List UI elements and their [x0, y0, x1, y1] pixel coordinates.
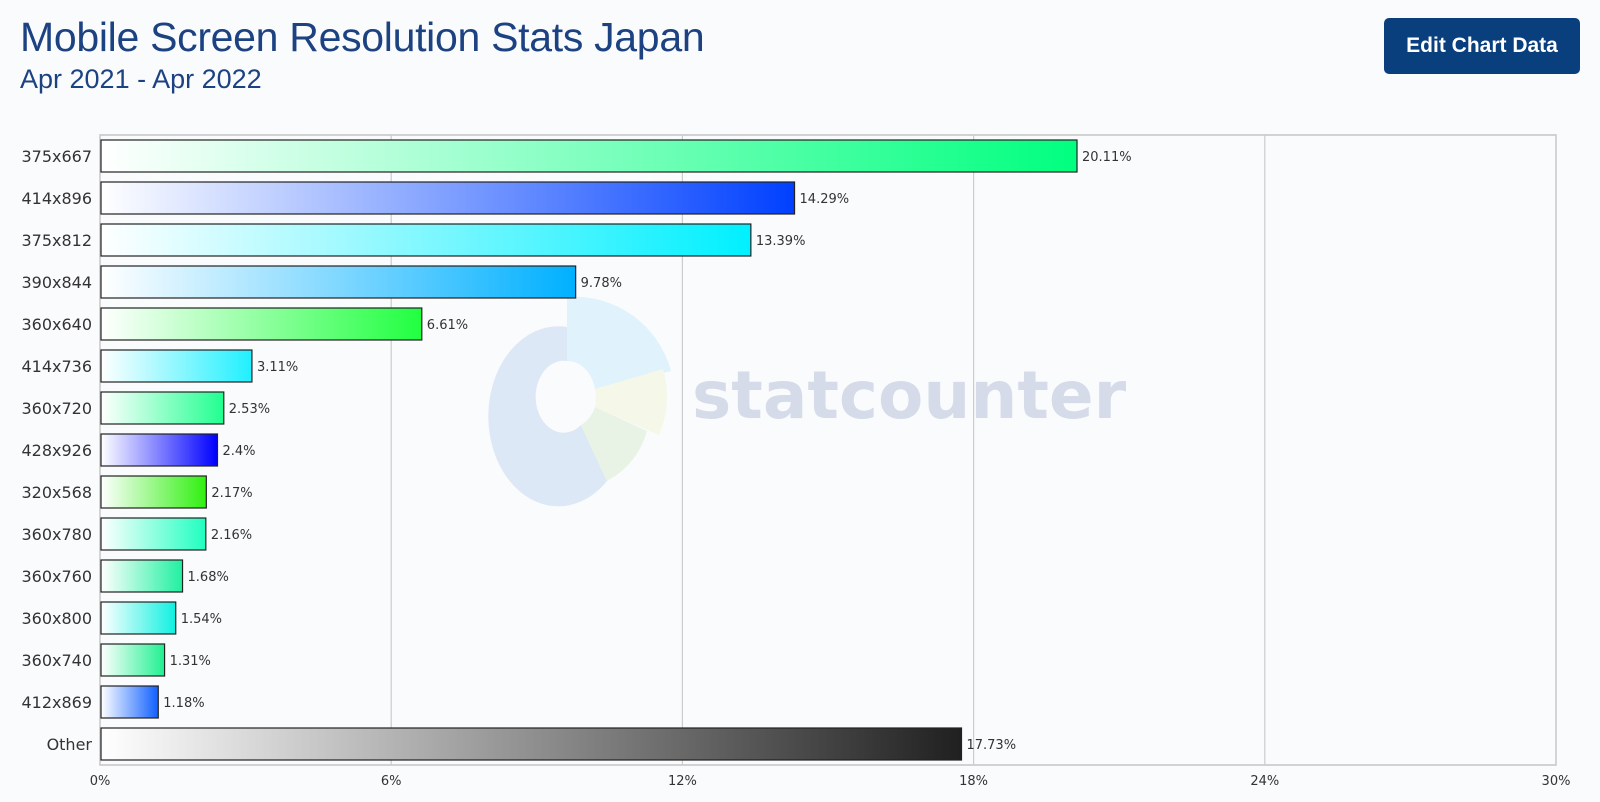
value-label: 2.16% — [211, 528, 252, 543]
value-label: 2.17% — [211, 486, 252, 501]
bar-414x896[interactable] — [100, 181, 796, 215]
bar-360x780[interactable] — [100, 517, 207, 551]
category-label: 412x869 — [21, 693, 92, 712]
value-label: 9.78% — [581, 276, 622, 291]
bar-375x812[interactable] — [100, 223, 752, 257]
category-label: 360x640 — [21, 315, 92, 334]
value-label: 1.18% — [163, 696, 204, 711]
bar-Other[interactable] — [100, 727, 963, 761]
category-label: 428x926 — [21, 441, 92, 460]
category-label: 320x568 — [21, 483, 92, 502]
category-label: 375x667 — [21, 147, 92, 166]
value-label: 13.39% — [756, 234, 806, 249]
value-label: 20.11% — [1082, 150, 1132, 165]
bar-390x844[interactable] — [100, 265, 577, 299]
bar-360x640[interactable] — [100, 307, 423, 341]
category-label: 360x760 — [21, 567, 92, 586]
value-label: 1.68% — [188, 570, 229, 585]
value-label: 17.73% — [966, 738, 1016, 753]
x-tick-label: 18% — [959, 774, 988, 789]
x-tick-label: 30% — [1542, 774, 1571, 789]
category-label: 390x844 — [21, 273, 92, 292]
x-tick-label: 0% — [90, 774, 111, 789]
category-labels: 375x667 414x896 375x812 390x844 360x640 414x7… — [21, 147, 92, 754]
value-label: 1.31% — [170, 654, 211, 669]
x-tick-label: 12% — [668, 774, 697, 789]
category-label: 360x780 — [21, 525, 92, 544]
bar-chart: statcounter 375x667 414x896 375x812 390x844… — [21, 134, 1571, 789]
statcounter-wordmark: statcounter — [692, 357, 1127, 434]
value-label: 2.4% — [222, 444, 255, 459]
bar-360x760[interactable] — [100, 559, 184, 593]
category-label: 360x740 — [21, 651, 92, 670]
bar-320x568[interactable] — [100, 475, 207, 509]
x-tick-label: 24% — [1250, 774, 1279, 789]
value-label: 3.11% — [257, 360, 298, 375]
category-label: 414x896 — [21, 189, 92, 208]
bar-360x800[interactable] — [100, 601, 177, 635]
x-tick-label: 6% — [381, 774, 402, 789]
bar-375x667[interactable] — [100, 139, 1078, 173]
statcounter-logo-icon — [488, 296, 671, 507]
category-label: Other — [47, 735, 93, 754]
x-axis-tick-labels: 0% 6% 12% 18% 24% 30% — [90, 774, 1571, 789]
category-label: 360x720 — [21, 399, 92, 418]
bar-360x740[interactable] — [100, 643, 166, 677]
category-label: 375x812 — [21, 231, 92, 250]
category-label: 360x800 — [21, 609, 92, 628]
bar-360x720[interactable] — [100, 391, 225, 425]
value-label: 6.61% — [427, 318, 468, 333]
bar-428x926[interactable] — [100, 433, 219, 467]
value-label: 2.53% — [229, 402, 270, 417]
value-label: 1.54% — [181, 612, 222, 627]
bar-414x736[interactable] — [100, 349, 253, 383]
value-label: 14.29% — [800, 192, 850, 207]
statcounter-watermark: statcounter — [488, 296, 1127, 507]
bar-412x869[interactable] — [100, 685, 159, 719]
category-label: 414x736 — [21, 357, 92, 376]
